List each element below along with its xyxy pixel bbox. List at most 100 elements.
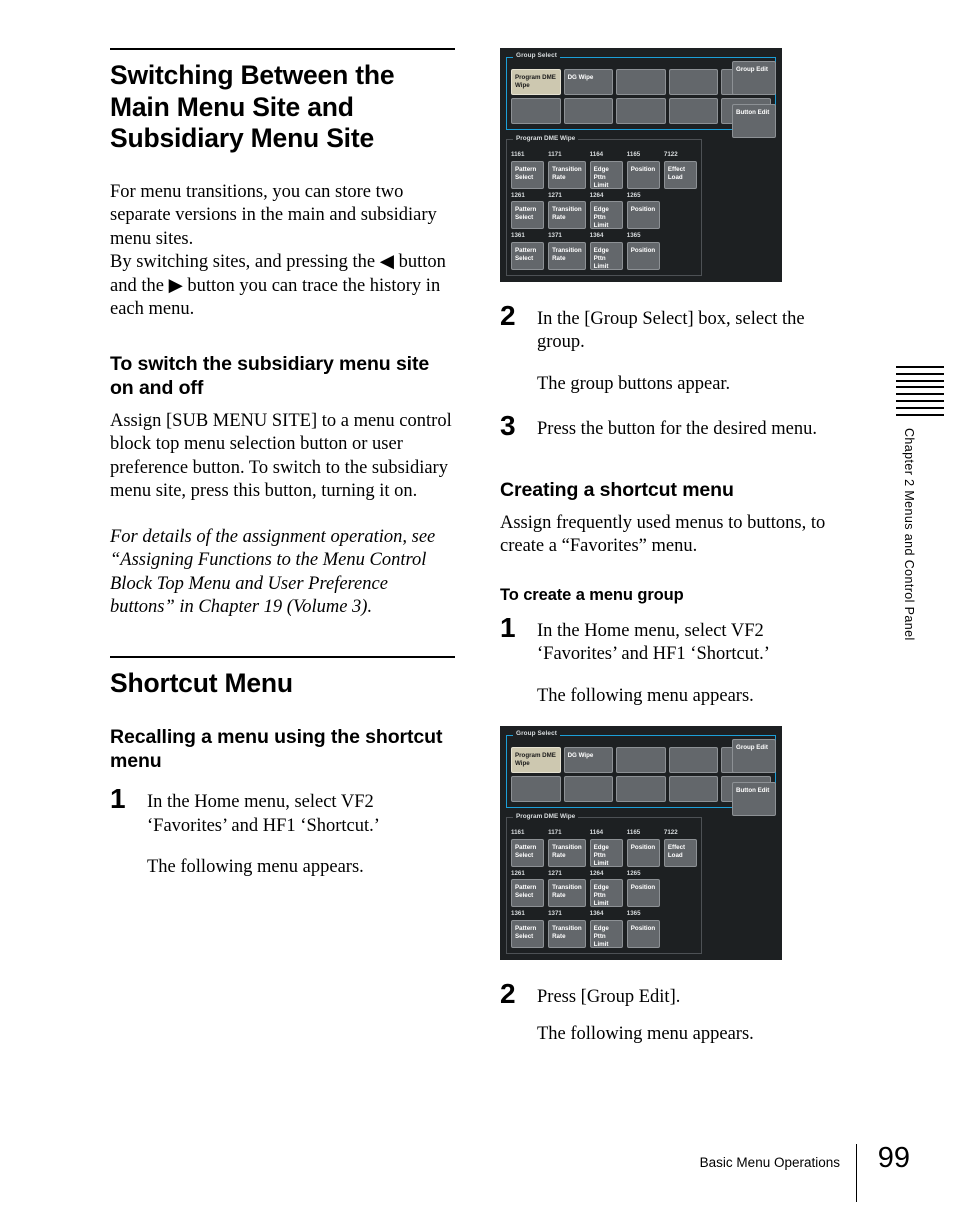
- menu-button[interactable]: Edge Pttn Limit: [589, 160, 623, 189]
- menu-cell: 1265 Position: [626, 192, 660, 229]
- menu-button[interactable]: Pattern Select: [511, 879, 545, 907]
- right-column: Group Select Program DME Wipe DG Wipe Gr…: [500, 48, 845, 1047]
- menu-button[interactable]: Transition Rate: [548, 919, 586, 948]
- menu-button[interactable]: Edge Pttn Limit: [589, 879, 623, 907]
- group-button[interactable]: Program DME Wipe: [511, 69, 561, 95]
- menu-code: 1271: [548, 191, 562, 199]
- page-number: 99: [877, 1142, 910, 1174]
- menu-cell: 1165 Position: [626, 829, 660, 867]
- menu-code: 1261: [511, 191, 525, 199]
- menu-button[interactable]: Effect Load: [663, 838, 697, 867]
- program-dme-wipe-box: Program DME Wipe 1161 Pattern Select 1171…: [506, 135, 702, 276]
- subsection-heading-recalling: Recalling a menu using the shortcut menu: [110, 726, 443, 772]
- chapter-tab-label: Chapter 2 Menus and Control Panel: [902, 428, 916, 641]
- menu-button[interactable]: Edge Pttn Limit: [589, 241, 623, 270]
- menu-cell: 1361 Pattern Select: [511, 232, 545, 270]
- step-item: 2 Press [Group Edit].: [500, 979, 845, 1010]
- step-number: 1: [500, 611, 516, 643]
- menu-button[interactable]: Position: [626, 879, 660, 907]
- menu-button[interactable]: Pattern Select: [511, 838, 545, 867]
- menu-button[interactable]: Edge Pttn Limit: [589, 919, 623, 948]
- step-item: 1 In the Home menu, select VF2 ‘Favorite…: [110, 785, 455, 838]
- menu-button[interactable]: Transition Rate: [548, 241, 586, 270]
- menu-code: 1361: [511, 910, 525, 917]
- group-button[interactable]: [668, 747, 719, 773]
- tab-line: [896, 413, 944, 416]
- group-button[interactable]: [511, 776, 561, 802]
- control-panel-figure: Group Select Program DME Wipe DG Wipe Gr…: [500, 48, 782, 282]
- step-item: 3 Press the button for the desired menu.: [500, 412, 845, 442]
- group-button[interactable]: [668, 98, 719, 124]
- menu-cell: 1261 Pattern Select: [511, 191, 545, 229]
- button-edit-button[interactable]: Button Edit: [732, 782, 776, 816]
- menu-button-grid: 1161 Pattern Select 1171 Transition Rate 1…: [511, 151, 697, 270]
- step-text: In the Home menu, select VF2 ‘Favorites’…: [537, 620, 770, 665]
- tab-line: [896, 379, 944, 382]
- page-footer: Basic Menu Operations 99: [0, 1142, 954, 1202]
- menu-code: 1171: [548, 829, 562, 836]
- group-button[interactable]: [668, 776, 719, 802]
- intro-paragraph-2: By switching sites, and pressing the ◀ b…: [110, 251, 455, 322]
- menu-code: 1171: [548, 151, 562, 158]
- step-number: 2: [500, 977, 516, 1009]
- group-button[interactable]: [511, 98, 561, 124]
- menu-cell: 1161 Pattern Select: [511, 151, 545, 189]
- tab-line: [896, 406, 944, 409]
- menu-cell: 1365 Position: [626, 232, 660, 270]
- group-edit-button[interactable]: Group Edit: [732, 61, 776, 95]
- menu-code: 1365: [626, 910, 641, 917]
- menu-cell: 1365 Position: [626, 910, 660, 948]
- menu-button[interactable]: Pattern Select: [511, 201, 545, 229]
- menu-cell: 1164 Edge Pttn Limit: [589, 151, 623, 189]
- section-heading-shortcut-menu: Shortcut Menu: [110, 667, 293, 698]
- menu-button[interactable]: Position: [626, 160, 660, 189]
- menu-button[interactable]: Position: [626, 201, 660, 229]
- panel-screenshot-1: Group Select Program DME Wipe DG Wipe Gr…: [500, 48, 845, 282]
- section-paragraph: Assign frequently used menus to buttons,…: [500, 512, 826, 557]
- menu-cell: 1264 Edge Pttn Limit: [589, 870, 623, 907]
- menu-button[interactable]: Pattern Select: [511, 160, 545, 189]
- menu-cell: 7122 Effect Load: [663, 151, 697, 189]
- group-button[interactable]: [668, 69, 719, 95]
- tab-line: [896, 372, 944, 375]
- group-edit-button[interactable]: Group Edit: [732, 739, 776, 773]
- menu-button[interactable]: Effect Load: [663, 160, 697, 189]
- group-button[interactable]: [616, 747, 666, 773]
- step-note: The following menu appears.: [537, 685, 754, 706]
- menu-cell: 1271 Transition Rate: [548, 869, 586, 907]
- button-edit-button[interactable]: Button Edit: [732, 104, 776, 138]
- reference-note: For details of the assignment operation,…: [110, 526, 436, 618]
- menu-code: 1271: [548, 869, 562, 877]
- menu-button[interactable]: Transition Rate: [548, 838, 586, 867]
- step-item: 2 In the [Group Select] box, select the …: [500, 301, 845, 355]
- group-button[interactable]: [616, 98, 666, 124]
- group-button[interactable]: [563, 776, 614, 802]
- menu-code: 1161: [511, 151, 525, 158]
- menu-button[interactable]: Position: [626, 919, 660, 948]
- document-page: Switching Between the Main Menu Site and…: [0, 0, 954, 1212]
- group-button[interactable]: [616, 69, 666, 95]
- tab-line: [896, 366, 944, 368]
- menu-button[interactable]: Transition Rate: [548, 879, 586, 907]
- menu-button[interactable]: Position: [626, 241, 660, 270]
- menu-cell: 1165 Position: [626, 151, 660, 189]
- group-button[interactable]: Program DME Wipe: [511, 747, 561, 773]
- group-button[interactable]: DG Wipe: [563, 69, 614, 95]
- control-panel-figure: Group Select Program DME Wipe DG Wipe Gr…: [500, 726, 782, 960]
- group-button[interactable]: DG Wipe: [563, 747, 614, 773]
- menu-code: 1361: [511, 232, 525, 239]
- menu-cell-empty: [664, 192, 697, 230]
- menu-button[interactable]: Pattern Select: [511, 919, 545, 948]
- menu-button[interactable]: Pattern Select: [511, 241, 545, 270]
- menu-button[interactable]: Position: [626, 838, 660, 867]
- menu-code: 1364: [589, 910, 604, 917]
- footer-divider: [856, 1144, 857, 1202]
- group-button[interactable]: [616, 776, 666, 802]
- menu-button[interactable]: Edge Pttn Limit: [589, 201, 623, 229]
- menu-button[interactable]: Transition Rate: [548, 201, 586, 229]
- step-number: 1: [110, 783, 126, 814]
- group-button[interactable]: [563, 98, 614, 124]
- program-box-title: Program DME Wipe: [513, 135, 579, 142]
- menu-button[interactable]: Edge Pttn Limit: [589, 838, 623, 867]
- menu-button[interactable]: Transition Rate: [548, 160, 586, 189]
